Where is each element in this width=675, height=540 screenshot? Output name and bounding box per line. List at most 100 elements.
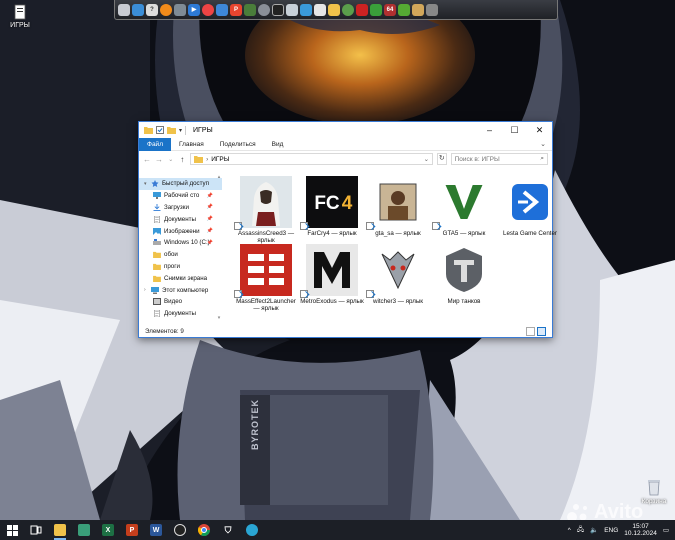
taskbar-security[interactable]: ⛉ bbox=[216, 520, 240, 540]
taskbar-settings[interactable] bbox=[240, 520, 264, 540]
volume-icon[interactable]: 🔈 bbox=[590, 526, 598, 534]
taskbar-explorer[interactable] bbox=[48, 520, 72, 540]
tab-file[interactable]: Файл bbox=[139, 137, 171, 151]
lightning-icon[interactable] bbox=[398, 3, 410, 16]
up-button[interactable]: ↑ bbox=[179, 155, 187, 164]
desktop-icon-games[interactable]: ИГРЫ bbox=[0, 4, 40, 29]
documents-icon bbox=[153, 310, 161, 318]
back-button[interactable]: ← bbox=[143, 155, 151, 164]
nav-item[interactable]: Документы 📌 bbox=[139, 213, 222, 225]
nav-item[interactable]: проги bbox=[139, 261, 222, 273]
search-input[interactable]: Поиск в: ИГРЫ ⌕ bbox=[450, 153, 548, 165]
recent-locations-icon[interactable]: ⌄ bbox=[167, 156, 175, 163]
ribbon-expand-icon[interactable]: ⌄ bbox=[540, 140, 546, 148]
properties-icon[interactable] bbox=[156, 126, 164, 134]
nav-item[interactable]: Изображени 📌 bbox=[139, 225, 222, 237]
file-item-label: Мир танков bbox=[447, 298, 481, 305]
nav-item[interactable]: ▾ Быстрый доступ bbox=[139, 178, 222, 190]
nav-item[interactable]: Снимки экрана bbox=[139, 272, 222, 284]
tools-icon[interactable] bbox=[426, 3, 438, 16]
refresh-button[interactable]: ↻ bbox=[437, 153, 447, 165]
large-icons-view-button[interactable] bbox=[537, 326, 546, 336]
file-item[interactable]: witcher3 — ярлык bbox=[365, 244, 431, 305]
taskbar-powerpoint[interactable]: P bbox=[120, 520, 144, 540]
explorer-window: ▾ ИГРЫ – ☐ ✕ Файл Главная Поделиться Вид… bbox=[138, 121, 557, 338]
taskbar-obs[interactable] bbox=[168, 520, 192, 540]
file-item[interactable]: FC 4 FarCry4 — ярлык bbox=[299, 176, 365, 237]
send-icon[interactable]: ▶ bbox=[188, 3, 200, 16]
breadcrumb[interactable]: ИГРЫ bbox=[211, 156, 229, 163]
tool-icon[interactable] bbox=[174, 3, 186, 16]
game2-icon[interactable] bbox=[356, 3, 368, 16]
tab-view[interactable]: Вид bbox=[264, 138, 292, 151]
top-dock: ? ▶ P 64 bbox=[114, 0, 558, 20]
nav-item[interactable]: Загрузки 📌 bbox=[139, 202, 222, 214]
file-item-label: FarCry4 — ярлык bbox=[307, 230, 357, 237]
title-bar[interactable]: ▾ ИГРЫ – ☐ ✕ bbox=[139, 122, 552, 138]
start-button[interactable] bbox=[0, 520, 24, 540]
tab-home[interactable]: Главная bbox=[171, 138, 212, 151]
nav-item[interactable]: › Этот компьютер bbox=[139, 284, 222, 296]
chevron-down-icon[interactable]: ⌄ bbox=[424, 155, 429, 163]
p-app-icon[interactable]: P bbox=[230, 3, 242, 16]
file-item[interactable]: GTA5 — ярлык bbox=[431, 176, 497, 237]
tanks-icon bbox=[438, 244, 490, 296]
file-item[interactable]: MassEffect2Launcher — ярлык bbox=[233, 244, 299, 312]
show-hidden-icons-icon[interactable]: ^ bbox=[568, 527, 571, 534]
map-icon[interactable] bbox=[412, 3, 424, 16]
nav-item-label: Видео bbox=[164, 298, 183, 306]
chrome-icon bbox=[198, 524, 210, 536]
clock[interactable]: 15:07 10.12.2024 bbox=[624, 523, 657, 537]
maximize-button[interactable]: ☐ bbox=[502, 122, 527, 138]
tab-share[interactable]: Поделиться bbox=[212, 138, 264, 151]
folder-icon[interactable] bbox=[328, 3, 340, 16]
camera-icon[interactable] bbox=[300, 3, 312, 16]
nav-item[interactable]: Windows 10 (C:) 📌 bbox=[139, 237, 222, 249]
task-view-button[interactable] bbox=[24, 520, 48, 540]
steam-icon[interactable] bbox=[272, 3, 284, 16]
mail-icon[interactable] bbox=[286, 3, 298, 16]
folder-icon bbox=[194, 156, 204, 163]
nav-item[interactable]: обои bbox=[139, 249, 222, 261]
close-button[interactable]: ✕ bbox=[527, 122, 552, 138]
monitor-icon[interactable] bbox=[118, 3, 130, 16]
taskbar-chrome[interactable] bbox=[192, 520, 216, 540]
minimize-button[interactable]: – bbox=[477, 122, 502, 138]
64-app-icon[interactable]: 64 bbox=[384, 3, 396, 16]
expand-caret-icon[interactable]: ▾ bbox=[144, 181, 148, 187]
chrome-icon[interactable] bbox=[132, 3, 144, 16]
forward-button[interactable]: → bbox=[155, 155, 163, 164]
vlc-icon[interactable] bbox=[160, 3, 172, 16]
file-item[interactable]: gta_sa — ярлык bbox=[365, 176, 431, 237]
file-item[interactable]: MetroExodus — ярлык bbox=[299, 244, 365, 305]
file-item[interactable]: AssassinsCreed3 — ярлык bbox=[233, 176, 299, 244]
question-icon[interactable]: ? bbox=[146, 3, 158, 16]
network-icon[interactable]: 🖧 bbox=[577, 525, 584, 536]
file-item[interactable]: Мир танков bbox=[431, 244, 497, 305]
photos-icon[interactable] bbox=[216, 3, 228, 16]
language-indicator[interactable]: ENG bbox=[604, 527, 618, 534]
mass-effect-icon bbox=[234, 244, 292, 298]
settings-icon[interactable] bbox=[342, 3, 354, 16]
new-folder-icon[interactable] bbox=[167, 126, 176, 134]
address-bar[interactable]: › ИГРЫ ⌄ bbox=[190, 153, 434, 165]
gear-icon[interactable] bbox=[258, 3, 270, 16]
chrome-icon[interactable] bbox=[202, 3, 214, 16]
notifications-icon[interactable]: ▭ bbox=[663, 526, 669, 534]
search-placeholder: Поиск в: ИГРЫ bbox=[454, 155, 500, 163]
quick-access-dropdown-icon[interactable]: ▾ bbox=[179, 127, 182, 134]
headset-icon[interactable] bbox=[370, 3, 382, 16]
mail-app-icon[interactable] bbox=[314, 3, 326, 16]
file-item[interactable]: Lesta Game Center bbox=[497, 176, 563, 237]
expand-caret-icon[interactable]: › bbox=[144, 287, 148, 293]
taskbar-calculator[interactable] bbox=[72, 520, 96, 540]
nav-item-label: Изображени bbox=[164, 227, 200, 235]
game-icon[interactable] bbox=[244, 3, 256, 16]
details-view-button[interactable] bbox=[526, 326, 535, 336]
taskbar-excel[interactable]: X bbox=[96, 520, 120, 540]
nav-item[interactable]: Видео bbox=[139, 296, 222, 308]
taskbar-word[interactable]: W bbox=[144, 520, 168, 540]
window-title: ИГРЫ bbox=[193, 126, 213, 134]
nav-item[interactable]: Документы bbox=[139, 308, 222, 320]
nav-item[interactable]: Рабочий сто 📌 bbox=[139, 190, 222, 202]
